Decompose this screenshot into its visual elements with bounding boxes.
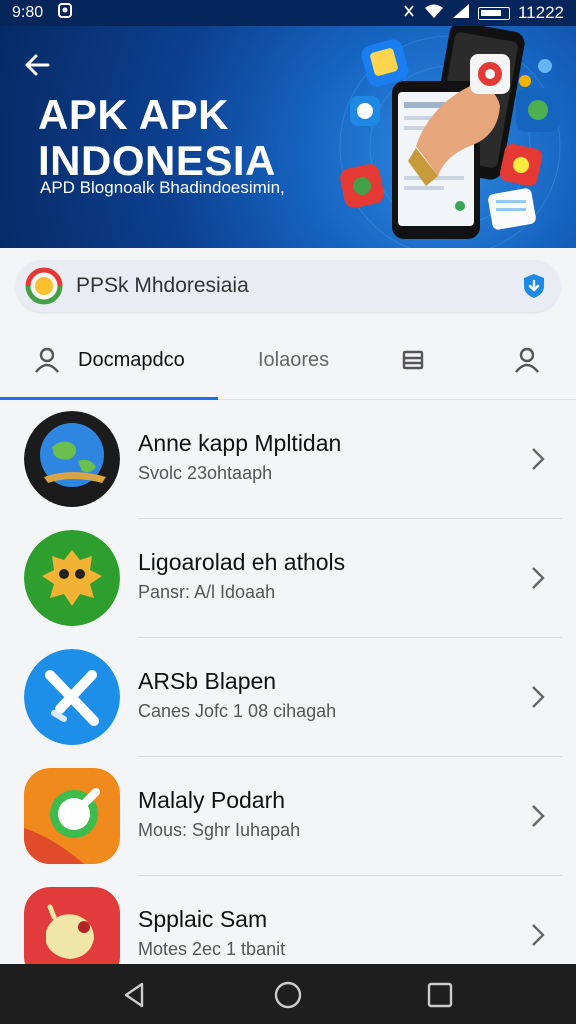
app-subtitle: Mous: Sghr Iuhapah xyxy=(138,820,301,840)
app-subtitle: Canes Jofc 1 08 cihagah xyxy=(138,701,337,721)
status-right-time: 11222 xyxy=(517,3,564,22)
status-bar: 9:80 11222 xyxy=(0,0,576,26)
battery-icon xyxy=(477,6,510,20)
x-app-icon xyxy=(24,649,120,745)
tab-iolaores[interactable]: Iolaores xyxy=(258,322,329,398)
tab-bar: Docmapdco Iolaores xyxy=(0,322,576,400)
chat-icon xyxy=(24,768,120,864)
tab-label-iolaores: Iolaores xyxy=(258,348,330,371)
app-logo-icon xyxy=(25,267,63,305)
vibrate-icon xyxy=(402,3,416,24)
list-item[interactable]: Malaly Podarh Mous: Sghr Iuhapah xyxy=(0,757,576,876)
system-nav-bar xyxy=(0,964,576,1024)
app-subtitle: Pansr: A/l Idoaah xyxy=(138,582,276,602)
tab-profile[interactable] xyxy=(514,322,540,398)
status-time: 9:80 xyxy=(12,4,44,21)
bird-icon xyxy=(24,530,120,626)
home-circle-icon[interactable] xyxy=(273,980,303,1010)
banner-subtitle: APD Blognoalk Bhadindoesimin, xyxy=(40,178,285,197)
chevron-right-icon xyxy=(532,805,545,827)
app-list: Anne kapp Mpltidan Svolc 23ohtaaph Ligoa… xyxy=(0,400,576,995)
app-subtitle: Svolc 23ohtaaph xyxy=(138,463,273,483)
tab-list[interactable] xyxy=(402,322,424,398)
back-arrow-icon[interactable] xyxy=(22,50,52,80)
app-title: ARSb Blapen xyxy=(138,668,277,694)
search-bar[interactable]: PPSk Mhdoresiaia xyxy=(16,260,560,312)
tab-docmapdco[interactable]: Docmapdco xyxy=(34,322,185,398)
list-item[interactable]: ARSb Blapen Canes Jofc 1 08 cihagah xyxy=(0,638,576,757)
list-icon xyxy=(402,350,424,370)
globe-icon xyxy=(24,411,120,507)
profile-icon xyxy=(515,347,539,373)
chevron-right-icon xyxy=(532,924,545,946)
app-title: Anne kapp Mpltidan xyxy=(138,430,342,456)
banner-title-line1: APK APK xyxy=(38,91,229,138)
app-subtitle: Motes 2ec 1 tbanit xyxy=(138,939,286,959)
search-text: PPSk Mhdoresiaia xyxy=(76,274,249,297)
download-shield-icon[interactable] xyxy=(520,272,548,300)
user-icon xyxy=(35,347,59,373)
chevron-right-icon xyxy=(532,448,545,470)
chevron-right-icon xyxy=(532,686,545,708)
recents-square-icon[interactable] xyxy=(425,980,455,1010)
wifi-icon xyxy=(424,3,444,24)
chevron-right-icon xyxy=(532,567,545,589)
tab-label-docmapdco: Docmapdco xyxy=(78,348,185,371)
notification-icon xyxy=(57,2,73,24)
back-triangle-icon[interactable] xyxy=(120,980,150,1010)
hero-banner: APK APK INDONESIA APD Blognoalk Bhadindo… xyxy=(0,26,576,248)
signal-icon xyxy=(452,3,470,24)
list-item[interactable]: Anne kapp Mpltidan Svolc 23ohtaaph xyxy=(0,400,576,519)
app-title: Ligoarolad eh athols xyxy=(138,549,346,575)
list-item[interactable]: Ligoarolad eh athols Pansr: A/l Idoaah xyxy=(0,519,576,638)
app-title: Malaly Podarh xyxy=(138,787,286,813)
banner-title: APK APK INDONESIA xyxy=(38,92,276,184)
phone-illustration xyxy=(339,26,561,248)
app-title: Spplaic Sam xyxy=(138,906,268,932)
